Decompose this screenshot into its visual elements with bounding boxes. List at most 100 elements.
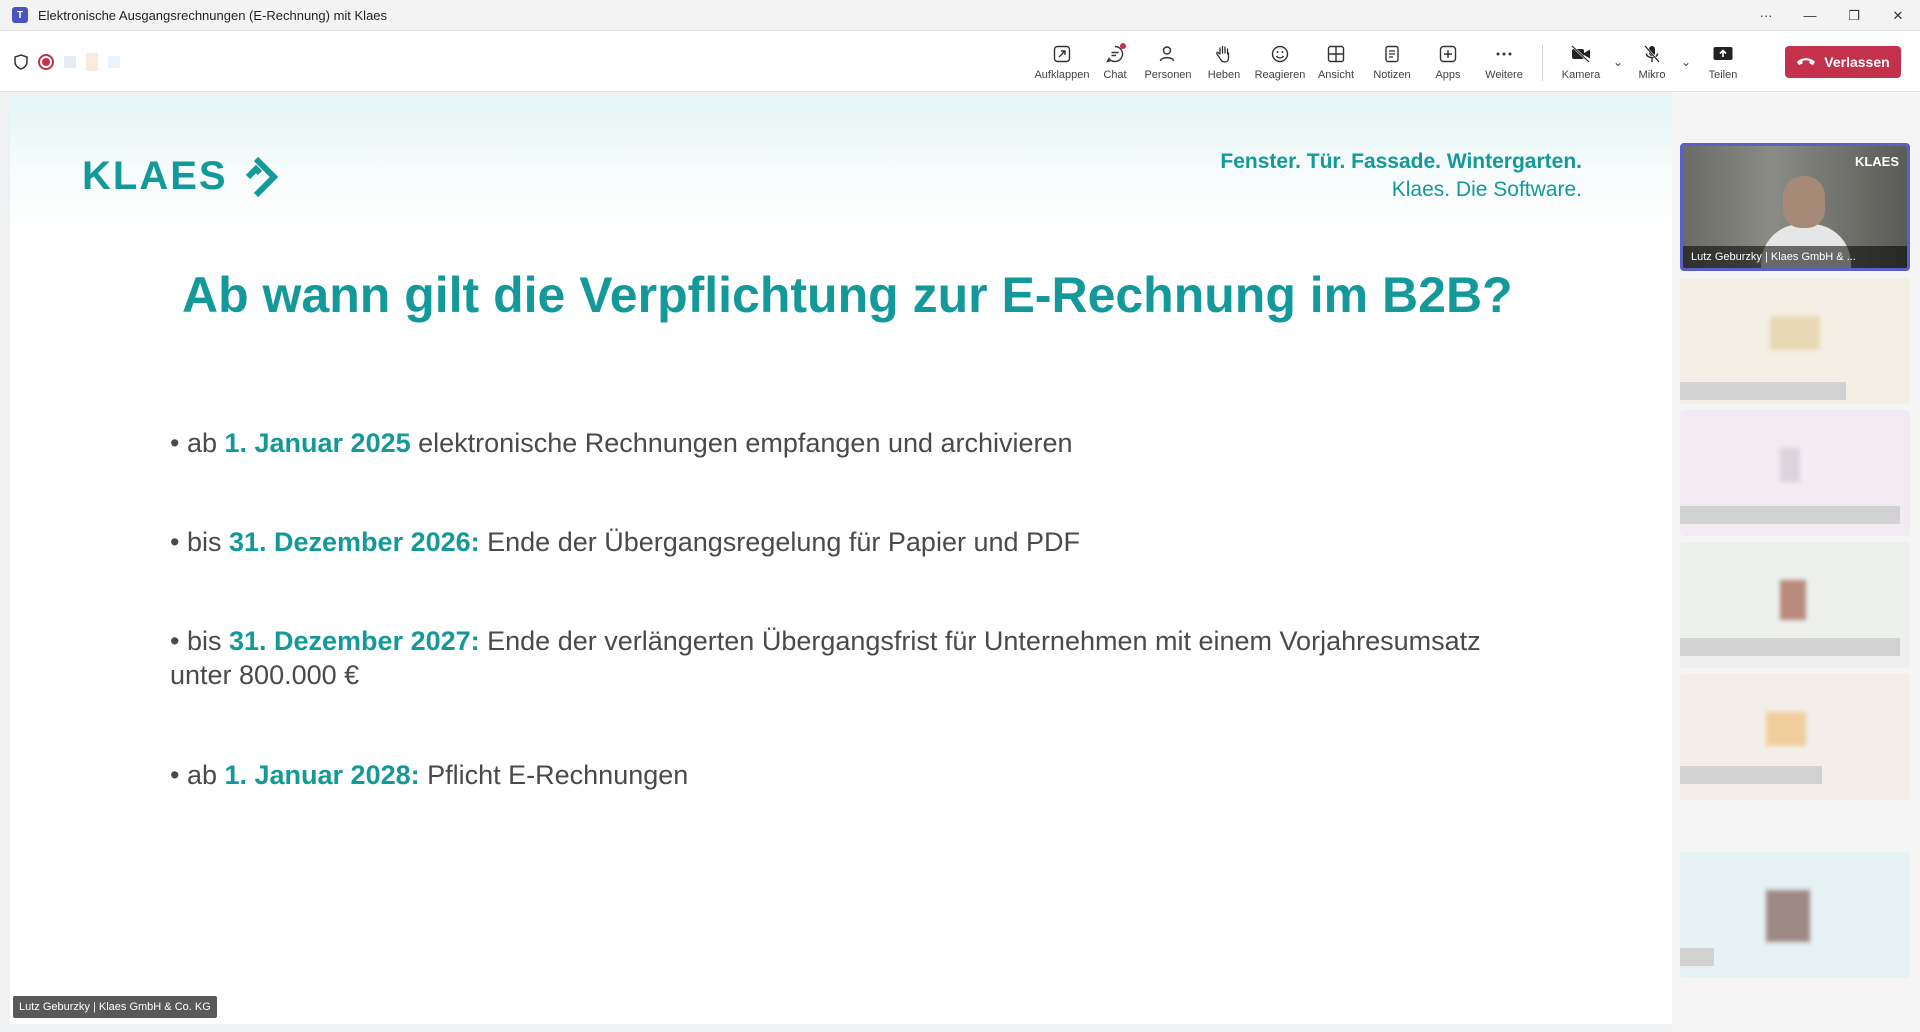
more-options-icon[interactable]: ··· bbox=[1744, 0, 1788, 31]
participant-name: Lutz Geburzky | Klaes GmbH & ... bbox=[1683, 246, 1907, 268]
teilen-button[interactable]: Teilen bbox=[1695, 37, 1751, 87]
chat-label: Chat bbox=[1103, 69, 1127, 81]
bullet-date: 1. Januar 2025 bbox=[224, 428, 411, 458]
bullet-prefix: • bis bbox=[170, 527, 229, 557]
personen-button[interactable]: Personen bbox=[1140, 37, 1196, 87]
chevron-down-icon[interactable]: ⌄ bbox=[1677, 37, 1695, 87]
reagieren-button[interactable]: Reagieren bbox=[1252, 37, 1308, 87]
minimize-button[interactable]: — bbox=[1788, 0, 1832, 31]
personen-label: Personen bbox=[1144, 69, 1192, 81]
bullet-prefix: • ab bbox=[170, 428, 225, 458]
reagieren-label: Reagieren bbox=[1254, 69, 1306, 81]
grid-icon bbox=[1325, 43, 1347, 65]
toolbar-actions: Aufklappen Chat Personen Heben Reagieren… bbox=[1034, 37, 1751, 87]
bullet-text: elektronische Rechnungen empfangen und a… bbox=[410, 428, 1073, 458]
blurred-face bbox=[1780, 580, 1806, 620]
chat-icon bbox=[1104, 43, 1126, 65]
tagline: Fenster. Tür. Fassade. Wintergarten. Kla… bbox=[1220, 148, 1582, 204]
aufklappen-label: Aufklappen bbox=[1034, 69, 1090, 81]
unread-badge bbox=[1120, 43, 1126, 49]
aufklappen-button[interactable]: Aufklappen bbox=[1034, 37, 1090, 87]
apps-button[interactable]: Apps bbox=[1420, 37, 1476, 87]
ansicht-button[interactable]: Ansicht bbox=[1308, 37, 1364, 87]
mic-off-icon bbox=[1641, 43, 1663, 65]
bullet-item: • ab 1. Januar 2025 elektronische Rechnu… bbox=[170, 426, 1073, 460]
expand-icon bbox=[1051, 43, 1073, 65]
more-icon bbox=[1493, 43, 1515, 65]
raise-hand-icon bbox=[1213, 43, 1235, 65]
blurred-name bbox=[1680, 506, 1900, 524]
blurred-name bbox=[1680, 382, 1846, 400]
participant-tile[interactable] bbox=[1680, 542, 1910, 668]
bullet-date: 1. Januar 2028: bbox=[224, 760, 420, 790]
participant-tile[interactable] bbox=[1680, 852, 1910, 978]
blurred-name bbox=[1680, 638, 1900, 656]
meeting-toolbar: Aufklappen Chat Personen Heben Reagieren… bbox=[0, 31, 1920, 92]
toolbar-separator bbox=[1542, 45, 1543, 81]
tile-logo: KLAES bbox=[1854, 154, 1899, 169]
share-icon bbox=[1712, 43, 1734, 65]
presenter-name-tag: Lutz Geburzky | Klaes GmbH & Co. KG bbox=[13, 996, 217, 1018]
blurred-chip bbox=[108, 56, 120, 68]
phone-hangup-icon bbox=[1797, 58, 1816, 65]
presentation-slide: KLAES Fenster. Tür. Fassade. Wintergarte… bbox=[10, 96, 1672, 1024]
notizen-button[interactable]: Notizen bbox=[1364, 37, 1420, 87]
blurred-name bbox=[1680, 948, 1714, 966]
participant-tile-presenter[interactable]: KLAES Lutz Geburzky | Klaes GmbH & ... bbox=[1680, 143, 1910, 271]
notes-icon bbox=[1381, 43, 1403, 65]
tagline-line-2: Klaes. Die Software. bbox=[1391, 178, 1582, 201]
participant-video: KLAES Lutz Geburzky | Klaes GmbH & ... bbox=[1683, 146, 1907, 268]
mikro-button[interactable]: Mikro bbox=[1627, 37, 1677, 87]
bullet-date: 31. Dezember 2026: bbox=[228, 527, 480, 557]
emoji-icon bbox=[1269, 43, 1291, 65]
blurred-face bbox=[1766, 890, 1810, 942]
blurred-face bbox=[1780, 448, 1800, 482]
add-icon bbox=[1437, 43, 1459, 65]
recording-icon[interactable] bbox=[38, 54, 54, 70]
participant-tile[interactable] bbox=[1680, 278, 1910, 404]
kamera-button[interactable]: Kamera bbox=[1553, 37, 1609, 87]
teilen-label: Teilen bbox=[1708, 69, 1738, 81]
participant-tile[interactable] bbox=[1680, 410, 1910, 536]
chat-button[interactable]: Chat bbox=[1090, 37, 1140, 87]
meeting-status bbox=[14, 53, 120, 71]
shared-screen: KLAES Fenster. Tür. Fassade. Wintergarte… bbox=[0, 92, 1672, 1032]
restore-button[interactable]: ❐ bbox=[1832, 0, 1876, 31]
close-button[interactable]: ✕ bbox=[1876, 0, 1920, 31]
camera-off-icon bbox=[1570, 43, 1592, 65]
teams-app-icon: T bbox=[12, 7, 28, 23]
bullet-text-continued: unter 800.000 € bbox=[170, 660, 360, 690]
kamera-label: Kamera bbox=[1561, 69, 1601, 81]
bullet-item: • ab 1. Januar 2028: Pflicht E-Rechnunge… bbox=[170, 758, 688, 792]
people-icon bbox=[1157, 43, 1179, 65]
blurred-name bbox=[1680, 766, 1822, 784]
participant-gallery: KLAES Lutz Geburzky | Klaes GmbH & ... bbox=[1672, 92, 1920, 1032]
weitere-button[interactable]: Weitere bbox=[1476, 37, 1532, 87]
apps-label: Apps bbox=[1435, 69, 1461, 81]
logo-diamond-icon bbox=[245, 156, 278, 197]
bullet-text: Pflicht E-Rechnungen bbox=[419, 760, 689, 790]
heben-button[interactable]: Heben bbox=[1196, 37, 1252, 87]
blurred-face bbox=[1766, 712, 1806, 746]
slide-title: Ab wann gilt die Verpflichtung zur E-Rec… bbox=[182, 267, 1513, 323]
window-title: Elektronische Ausgangsrechnungen (E-Rech… bbox=[38, 7, 388, 23]
ansicht-label: Ansicht bbox=[1317, 69, 1355, 81]
bullet-prefix: • bis bbox=[170, 626, 229, 656]
bullet-prefix: • ab bbox=[170, 760, 225, 790]
bullet-text: Ende der verlängerten Übergangsfrist für… bbox=[479, 626, 1481, 656]
leave-button[interactable]: Verlassen bbox=[1785, 46, 1901, 78]
bullet-date: 31. Dezember 2027: bbox=[228, 626, 480, 656]
blurred-chip bbox=[64, 56, 76, 68]
title-bar: T Elektronische Ausgangsrechnungen (E-Re… bbox=[0, 0, 1920, 31]
person-head bbox=[1783, 176, 1825, 228]
shield-icon[interactable] bbox=[14, 54, 28, 70]
leave-label: Verlassen bbox=[1824, 54, 1890, 70]
heben-label: Heben bbox=[1207, 69, 1241, 81]
mikro-label: Mikro bbox=[1638, 69, 1666, 81]
notizen-label: Notizen bbox=[1373, 69, 1411, 81]
chevron-down-icon[interactable]: ⌄ bbox=[1609, 37, 1627, 87]
window-controls: ··· — ❐ ✕ bbox=[1744, 0, 1920, 31]
klaes-logo: KLAES bbox=[82, 154, 278, 199]
tagline-line-1: Fenster. Tür. Fassade. Wintergarten. bbox=[1220, 150, 1582, 173]
participant-tile[interactable] bbox=[1680, 674, 1910, 800]
